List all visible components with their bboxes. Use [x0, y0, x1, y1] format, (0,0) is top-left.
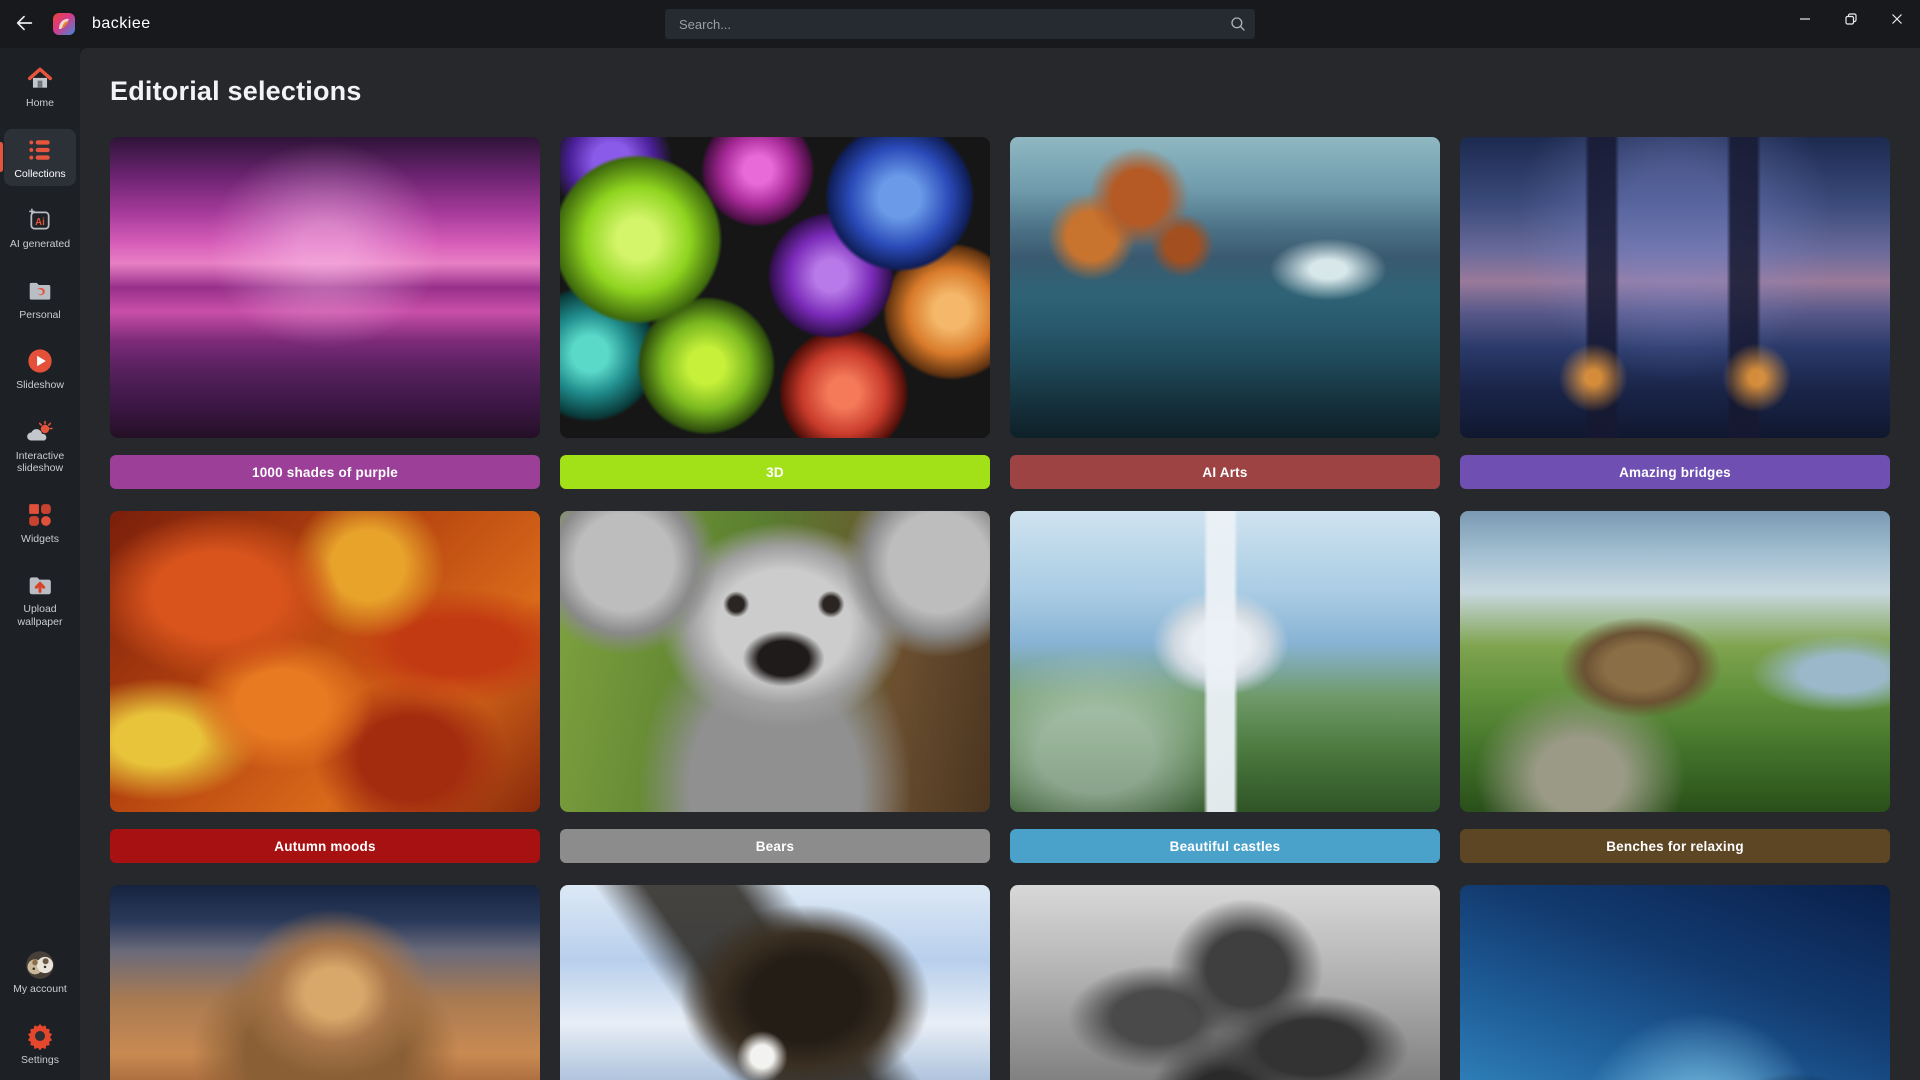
minimize-icon	[1799, 13, 1811, 28]
close-icon	[1891, 13, 1903, 28]
collection-title-bar[interactable]: Beautiful castles	[1010, 829, 1440, 863]
search-icon[interactable]	[1221, 15, 1255, 33]
collection-thumbnail-autumn-moods[interactable]	[110, 511, 540, 812]
search-input[interactable]	[665, 9, 1221, 39]
main-content: Editorial selections 1000 shades of purp…	[80, 48, 1920, 1080]
collection-card-ai-arts[interactable]: AI Arts	[1010, 137, 1440, 489]
close-button[interactable]	[1874, 0, 1920, 40]
collection-thumbnail-benches-for-relaxing[interactable]	[1460, 511, 1890, 812]
restore-icon	[1845, 13, 1857, 28]
sidebar-bottom-nav: My account Settings	[4, 944, 76, 1072]
collection-thumbnail-eagles[interactable]	[560, 885, 990, 1080]
collection-title-bar[interactable]: 1000 shades of purple	[110, 455, 540, 489]
back-arrow-icon	[14, 12, 36, 37]
collection-card-bears[interactable]: Bears	[560, 511, 990, 863]
backiee-logo-icon	[52, 12, 76, 36]
personal-icon	[27, 277, 53, 305]
sidebar-item-upload-wallpaper[interactable]: Upload wallpaper	[4, 564, 76, 634]
collection-title-bar[interactable]: AI Arts	[1010, 455, 1440, 489]
collection-thumbnail-amazing-bridges[interactable]	[1460, 137, 1890, 438]
backiee-window: backiee	[0, 0, 1920, 1080]
collection-title-bar[interactable]: Amazing bridges	[1460, 455, 1890, 489]
sidebar-item-widgets[interactable]: Widgets	[4, 494, 76, 552]
sidebar: Home Collections Ai AI generated Persona…	[0, 48, 80, 1080]
sidebar-item-collections[interactable]: Collections	[4, 129, 76, 187]
page-title: Editorial selections	[110, 76, 1920, 107]
collection-title-bar[interactable]: Benches for relaxing	[1460, 829, 1890, 863]
svg-text:Ai: Ai	[35, 217, 45, 228]
sidebar-item-personal[interactable]: Personal	[4, 270, 76, 328]
topbar: backiee	[0, 0, 1920, 48]
collection-title-bar[interactable]: 3D	[560, 455, 990, 489]
sidebar-item-interactive-slideshow[interactable]: Interactive slideshow	[4, 411, 76, 481]
sidebar-item-settings[interactable]: Settings	[4, 1015, 76, 1073]
sidebar-item-slideshow[interactable]: Slideshow	[4, 340, 76, 398]
collection-thumbnail-bw-trees[interactable]	[1010, 885, 1440, 1080]
collection-thumbnail-bears[interactable]	[560, 511, 990, 812]
home-icon	[27, 65, 53, 93]
window-controls	[1782, 0, 1920, 40]
collections-grid: 1000 shades of purple 3D AI Arts Amazing…	[110, 137, 1890, 1080]
back-button[interactable]	[8, 7, 42, 41]
upload-icon	[27, 571, 53, 599]
ai-generated-icon: Ai	[27, 206, 53, 234]
collection-card-lions[interactable]	[110, 885, 540, 1080]
collection-thumbnail-1000-shades-of-purple[interactable]	[110, 137, 540, 438]
collection-card-eagles[interactable]	[560, 885, 990, 1080]
sidebar-nav: Home Collections Ai AI generated Persona…	[4, 58, 76, 634]
widgets-icon	[27, 501, 53, 529]
search-box	[665, 9, 1255, 39]
collection-card-night-trees[interactable]	[1460, 885, 1890, 1080]
collections-icon	[27, 136, 53, 164]
collection-thumbnail-ai-arts[interactable]	[1010, 137, 1440, 438]
collection-card-amazing-bridges[interactable]: Amazing bridges	[1460, 137, 1890, 489]
collection-card-benches-for-relaxing[interactable]: Benches for relaxing	[1460, 511, 1890, 863]
restore-button[interactable]	[1828, 0, 1874, 40]
sidebar-item-my-account[interactable]: My account	[4, 944, 76, 1002]
interactive-slideshow-icon	[26, 418, 54, 446]
avatar	[25, 951, 55, 979]
collection-card-autumn-moods[interactable]: Autumn moods	[110, 511, 540, 863]
slideshow-icon	[26, 347, 54, 375]
app-title: backiee	[92, 15, 151, 33]
collection-thumbnail-3d[interactable]	[560, 137, 990, 438]
minimize-button[interactable]	[1782, 0, 1828, 40]
collection-card-beautiful-castles[interactable]: Beautiful castles	[1010, 511, 1440, 863]
collection-card-bw-trees[interactable]	[1010, 885, 1440, 1080]
collection-thumbnail-lions[interactable]	[110, 885, 540, 1080]
collection-title-bar[interactable]: Bears	[560, 829, 990, 863]
sidebar-item-home[interactable]: Home	[4, 58, 76, 116]
collection-thumbnail-beautiful-castles[interactable]	[1010, 511, 1440, 812]
collection-thumbnail-night-trees[interactable]	[1460, 885, 1890, 1080]
settings-icon	[26, 1022, 54, 1050]
collection-title-bar[interactable]: Autumn moods	[110, 829, 540, 863]
collection-card-1000-shades-of-purple[interactable]: 1000 shades of purple	[110, 137, 540, 489]
sidebar-item-ai-generated[interactable]: Ai AI generated	[4, 199, 76, 257]
collection-card-3d[interactable]: 3D	[560, 137, 990, 489]
